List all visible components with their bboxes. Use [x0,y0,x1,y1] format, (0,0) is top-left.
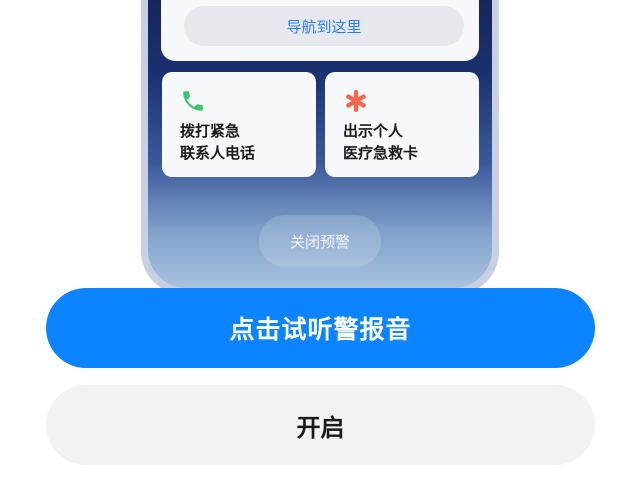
phone-icon [183,91,203,111]
phone-screen: 导航到这里 拨打紧急 联系人电话 出示个人 医疗急救卡 关闭预警 [148,0,492,288]
medical-asterisk-icon [346,90,366,112]
phone-mockup: 导航到这里 拨打紧急 联系人电话 出示个人 医疗急救卡 关闭预警 [141,0,499,295]
navigate-here-button[interactable]: 导航到这里 [184,6,464,46]
close-alert-button[interactable]: 关闭预警 [259,215,381,267]
card-label-line2: 医疗急救卡 [343,144,419,162]
call-emergency-contact-card[interactable]: 拨打紧急 联系人电话 [162,72,316,177]
location-panel: 导航到这里 [161,0,479,61]
card-label-line1: 拨打紧急 [180,122,241,140]
card-label-line1: 出示个人 [343,122,404,140]
enable-button[interactable]: 开启 [46,385,595,465]
alert-settings-page: 导航到这里 拨打紧急 联系人电话 出示个人 医疗急救卡 关闭预警 点击试听警报音… [0,0,640,480]
show-medical-card-card[interactable]: 出示个人 医疗急救卡 [325,72,479,177]
test-alarm-sound-button[interactable]: 点击试听警报音 [46,288,595,368]
card-label-line2: 联系人电话 [180,144,256,162]
